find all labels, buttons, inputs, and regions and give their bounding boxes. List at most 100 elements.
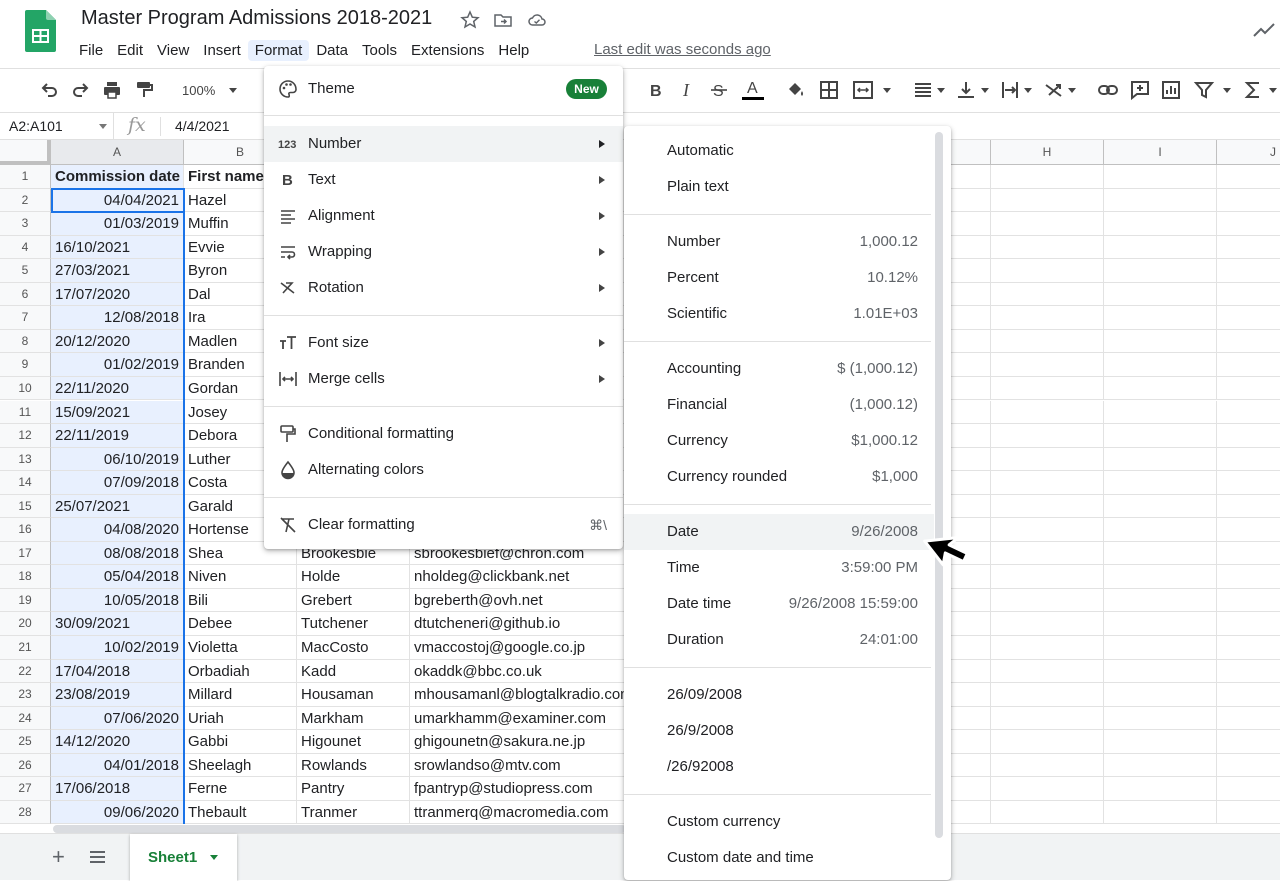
- number-option-financial[interactable]: Financial (1,000.12): [624, 387, 934, 423]
- empty-cell[interactable]: [950, 329, 991, 354]
- first-name-cell[interactable]: Bili: [184, 588, 297, 613]
- last-name-cell[interactable]: Kadd: [297, 659, 410, 684]
- empty-cell[interactable]: [1217, 777, 1280, 801]
- last-name-cell[interactable]: MacCosto: [297, 636, 410, 660]
- date-cell[interactable]: 04/08/2020: [51, 518, 184, 542]
- number-option-automatic[interactable]: Automatic: [624, 133, 934, 169]
- add-sheet-icon[interactable]: +: [52, 844, 65, 870]
- empty-cell[interactable]: [991, 706, 1104, 731]
- email-cell[interactable]: ghigounetn@sakura.ne.jp: [410, 730, 626, 754]
- empty-cell[interactable]: [991, 494, 1104, 519]
- empty-cell[interactable]: [950, 165, 991, 189]
- menu-tools[interactable]: Tools: [355, 40, 404, 61]
- row-number[interactable]: 23: [0, 683, 51, 707]
- empty-cell[interactable]: [950, 706, 991, 731]
- row-number[interactable]: 18: [0, 565, 51, 589]
- date-cell[interactable]: 01/03/2019: [51, 212, 184, 236]
- empty-cell[interactable]: [1104, 730, 1217, 754]
- menu-item-number[interactable]: 123 Number: [264, 126, 623, 162]
- email-cell[interactable]: vmaccostoj@google.co.jp: [410, 636, 626, 660]
- first-name-cell[interactable]: Thebault: [184, 800, 297, 824]
- empty-cell[interactable]: [1217, 542, 1280, 566]
- rotation-caret-icon[interactable]: [1068, 88, 1076, 93]
- empty-cell[interactable]: [1104, 471, 1217, 495]
- menu-file[interactable]: File: [72, 40, 110, 61]
- empty-cell[interactable]: [991, 471, 1104, 495]
- email-cell[interactable]: ttranmerq@macromedia.com: [410, 800, 626, 824]
- column-header-j[interactable]: J: [1217, 140, 1280, 165]
- first-name-cell[interactable]: Debee: [184, 612, 297, 636]
- number-option-scientific[interactable]: Scientific 1.01E+03: [624, 296, 934, 332]
- number-option-custom-date-3[interactable]: /26/92008: [624, 749, 934, 785]
- row-number[interactable]: 21: [0, 636, 51, 660]
- first-name-cell[interactable]: Uriah: [184, 706, 297, 731]
- empty-cell[interactable]: [950, 188, 991, 213]
- empty-cell[interactable]: [1104, 800, 1217, 824]
- number-option-accounting[interactable]: Accounting $ (1,000.12): [624, 351, 934, 387]
- fill-color-icon[interactable]: [785, 79, 807, 101]
- select-all-corner[interactable]: [0, 140, 51, 165]
- date-cell[interactable]: 30/09/2021: [51, 612, 184, 636]
- menu-item-rotation[interactable]: Rotation: [264, 270, 623, 306]
- empty-cell[interactable]: [1217, 212, 1280, 236]
- empty-cell[interactable]: [1217, 165, 1280, 189]
- date-cell[interactable]: 10/02/2019: [51, 636, 184, 660]
- date-cell[interactable]: 07/06/2020: [51, 706, 184, 731]
- print-icon[interactable]: [101, 79, 123, 101]
- email-cell[interactable]: bgreberth@ovh.net: [410, 588, 626, 613]
- empty-cell[interactable]: [1217, 471, 1280, 495]
- empty-cell[interactable]: [991, 424, 1104, 448]
- menu-item-conditional-formatting[interactable]: Conditional formatting: [264, 416, 623, 452]
- functions-caret-icon[interactable]: [1269, 88, 1277, 93]
- number-option-currency-rounded[interactable]: Currency rounded $1,000: [624, 459, 934, 495]
- empty-cell[interactable]: [1104, 376, 1217, 401]
- menu-extensions[interactable]: Extensions: [404, 40, 491, 61]
- empty-cell[interactable]: [1217, 377, 1280, 401]
- date-cell[interactable]: 23/08/2019: [51, 683, 184, 707]
- date-cell[interactable]: 04/01/2018: [51, 753, 184, 778]
- empty-cell[interactable]: [950, 659, 991, 684]
- empty-cell[interactable]: [1217, 636, 1280, 660]
- zoom-select[interactable]: 100%: [170, 81, 242, 101]
- number-option-custom-date-2[interactable]: 26/9/2008: [624, 713, 934, 749]
- insert-comment-icon[interactable]: [1129, 79, 1151, 101]
- date-cell[interactable]: 07/09/2018: [51, 471, 184, 495]
- row-number[interactable]: 10: [0, 376, 51, 401]
- empty-cell[interactable]: [991, 235, 1104, 260]
- move-folder-icon[interactable]: [493, 10, 513, 30]
- menu-item-text[interactable]: B Text: [264, 162, 623, 198]
- empty-cell[interactable]: [1217, 565, 1280, 589]
- empty-cell[interactable]: [950, 636, 991, 660]
- empty-cell[interactable]: [1104, 612, 1217, 636]
- last-edit-link[interactable]: Last edit was seconds ago: [594, 41, 771, 58]
- empty-cell[interactable]: [991, 730, 1104, 754]
- empty-cell[interactable]: [1217, 259, 1280, 283]
- date-cell[interactable]: 09/06/2020: [51, 800, 184, 824]
- wrap-caret-icon[interactable]: [1024, 88, 1032, 93]
- empty-cell[interactable]: [950, 376, 991, 401]
- empty-cell[interactable]: [1104, 212, 1217, 236]
- empty-cell[interactable]: [1217, 518, 1280, 542]
- column-header-a[interactable]: A: [51, 140, 184, 165]
- empty-cell[interactable]: [991, 400, 1104, 425]
- empty-cell[interactable]: [1104, 188, 1217, 213]
- last-name-cell[interactable]: Grebert: [297, 588, 410, 613]
- bold-icon[interactable]: B: [645, 79, 667, 101]
- number-option-plain-text[interactable]: Plain text: [624, 169, 934, 205]
- empty-cell[interactable]: [1104, 329, 1217, 354]
- empty-cell[interactable]: [991, 777, 1104, 801]
- last-name-cell[interactable]: Tutchener: [297, 612, 410, 636]
- empty-cell[interactable]: [991, 188, 1104, 213]
- row-number[interactable]: 20: [0, 612, 51, 636]
- trending-up-icon[interactable]: [1252, 20, 1276, 40]
- date-cell[interactable]: 08/08/2018: [51, 541, 184, 566]
- empty-cell[interactable]: [991, 753, 1104, 778]
- empty-cell[interactable]: [1217, 424, 1280, 448]
- row-number[interactable]: 17: [0, 541, 51, 566]
- menu-item-merge-cells[interactable]: Merge cells: [264, 361, 623, 397]
- empty-cell[interactable]: [950, 259, 991, 283]
- menu-item-font-size[interactable]: Font size: [264, 325, 623, 361]
- empty-cell[interactable]: [1104, 706, 1217, 731]
- row-number[interactable]: 28: [0, 800, 51, 824]
- empty-cell[interactable]: [1217, 306, 1280, 330]
